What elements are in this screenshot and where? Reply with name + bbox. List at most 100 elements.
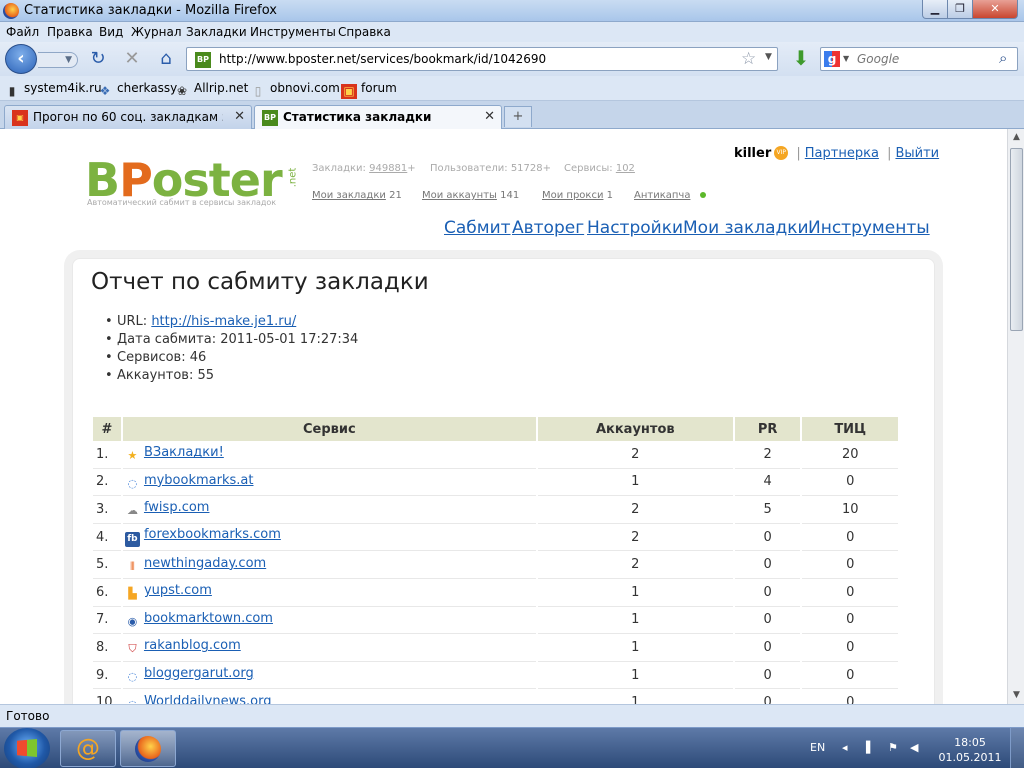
url-dropdown-icon[interactable]: ▼: [765, 52, 772, 62]
taskbar-mail-app[interactable]: @: [60, 730, 116, 767]
google-engine-icon[interactable]: g: [824, 51, 840, 67]
site-stats-services: Сервисы: 102: [564, 163, 635, 174]
tic-cell: 0: [802, 607, 898, 635]
nav-submit[interactable]: Сабмит: [444, 218, 511, 238]
service-link[interactable]: ВЗакладки!: [144, 445, 224, 460]
nav-settings[interactable]: Настройки: [587, 218, 683, 238]
stop-icon[interactable]: ✕: [122, 50, 142, 68]
service-link[interactable]: newthingaday.com: [144, 556, 266, 571]
service-link[interactable]: forexbookmarks.com: [144, 527, 281, 542]
menu-view[interactable]: Вид: [99, 25, 123, 39]
service-link[interactable]: Worlddailynews.org: [144, 694, 272, 704]
bposter-logo[interactable]: BPoster .net Автоматический сабмит в сер…: [85, 154, 298, 214]
vertical-scrollbar[interactable]: ▲ ▼: [1007, 129, 1024, 704]
tab-statistika[interactable]: BP Статистика закладки ✕: [254, 105, 502, 130]
book-icon: ▮: [8, 84, 16, 98]
service-link[interactable]: yupst.com: [144, 583, 212, 598]
pr-cell: 0: [735, 689, 801, 704]
anticaptcha-link[interactable]: Антикапча: [634, 190, 690, 201]
bookmark-system4ik[interactable]: ▮ system4ik.ru: [4, 81, 102, 99]
pr-cell: 5: [734, 496, 801, 524]
stat-bookmarks-link[interactable]: 949881: [369, 163, 407, 174]
service-link[interactable]: fwisp.com: [144, 500, 210, 515]
row-number: 8.: [93, 634, 121, 662]
taskbar-firefox[interactable]: [120, 730, 176, 767]
bposter-favicon-icon: BP: [262, 110, 278, 126]
people-icon: ❖: [99, 84, 111, 98]
bookmark-obnovi[interactable]: ▯ obnovi.com: [250, 81, 340, 99]
volume-icon[interactable]: ◀: [910, 741, 918, 754]
service-cell: ◌ bloggergarut.org: [122, 662, 536, 690]
my-bookmarks-link[interactable]: Мои закладки: [312, 190, 386, 201]
accounts-cell: 1: [538, 689, 733, 704]
service-link[interactable]: mybookmarks.at: [144, 473, 254, 488]
close-tab-icon[interactable]: ✕: [484, 109, 495, 124]
flag-icon[interactable]: ⚑: [888, 741, 898, 754]
logout-link[interactable]: Выйти: [895, 146, 939, 161]
url-text[interactable]: http://www.bposter.net/services/bookmark…: [219, 52, 546, 66]
menu-edit[interactable]: Правка: [47, 25, 93, 39]
reload-icon[interactable]: ↻: [88, 50, 108, 68]
close-window-button[interactable]: ✕: [972, 0, 1018, 19]
menu-history[interactable]: Журнал: [131, 25, 182, 39]
tab-progon[interactable]: ▣ Прогон по 60 соц. закладкам за 5... ✕: [4, 105, 252, 129]
maximize-button[interactable]: ❐: [947, 0, 973, 19]
nav-tools[interactable]: Инструменты: [808, 218, 930, 238]
close-tab-icon[interactable]: ✕: [234, 109, 245, 124]
minimize-button[interactable]: ▁: [922, 0, 948, 19]
scroll-up-icon[interactable]: ▲: [1008, 129, 1024, 146]
new-tab-button[interactable]: +: [504, 106, 532, 127]
language-indicator[interactable]: EN: [810, 741, 825, 754]
show-desktop-button[interactable]: [1010, 728, 1024, 768]
clock[interactable]: 18:05 01.05.2011: [935, 735, 1005, 765]
nav-my-bookmarks[interactable]: Мои закладки: [683, 218, 809, 238]
network-icon[interactable]: ▌: [866, 741, 874, 754]
site-stats: Закладки: 949881+: [312, 163, 416, 174]
service-link[interactable]: bookmarktown.com: [144, 611, 273, 626]
start-button[interactable]: [4, 728, 50, 768]
accounts-cell: 2: [537, 496, 733, 524]
bookmark-allrip[interactable]: ❀ Allrip.net: [174, 81, 248, 99]
nav-autoreg[interactable]: Авторег: [512, 218, 584, 238]
search-icon[interactable]: ⌕: [999, 49, 1007, 67]
my-proxy-link[interactable]: Мои прокси: [542, 190, 603, 201]
bookmark-cherkassy[interactable]: ❖ cherkassy: [97, 81, 178, 99]
accounts-cell: 2: [537, 441, 733, 469]
stat-services-link[interactable]: 102: [616, 163, 635, 174]
menu-tools[interactable]: Инструменты: [250, 25, 336, 39]
search-input[interactable]: [857, 50, 997, 68]
firefox-icon: [135, 736, 161, 762]
service-link[interactable]: rakanblog.com: [144, 638, 241, 653]
pr-cell: 0: [734, 524, 801, 552]
address-bar[interactable]: BP http://www.bposter.net/services/bookm…: [186, 47, 778, 71]
service-cell: ◉ bookmarktown.com: [122, 607, 536, 635]
report-url-link[interactable]: http://his-make.je1.ru/: [151, 314, 296, 329]
scroll-thumb[interactable]: [1010, 148, 1023, 331]
menu-help[interactable]: Справка: [338, 25, 391, 39]
menu-bar: Файл Правка Вид Журнал Закладки Инструме…: [0, 22, 1024, 42]
table-row: 8. ⛉ rakanblog.com 1 0 0: [93, 634, 898, 662]
my-accounts-link[interactable]: Мои аккаунты: [422, 190, 497, 201]
logo-tagline: Автоматический сабмит в сервисы закладок: [87, 198, 277, 207]
home-icon[interactable]: ⌂: [156, 50, 176, 68]
menu-file[interactable]: Файл: [6, 25, 39, 39]
forward-button[interactable]: ▼: [38, 52, 78, 68]
downloads-icon[interactable]: ⬇: [790, 46, 812, 70]
menu-bookmarks[interactable]: Закладки: [186, 25, 247, 39]
bookmark-star-icon[interactable]: ☆: [741, 49, 756, 69]
search-bar[interactable]: g ▼ ⌕: [820, 47, 1018, 71]
service-cell: ◌ mybookmarks.at: [122, 469, 536, 497]
username[interactable]: killer: [734, 146, 771, 161]
bookmark-forum[interactable]: ▣ forum: [341, 81, 397, 99]
partner-link[interactable]: Партнерка: [805, 146, 879, 161]
engine-dropdown-icon[interactable]: ▼: [843, 54, 849, 63]
info-services: Сервисов: 46: [105, 350, 206, 365]
back-button[interactable]: ‹: [5, 44, 37, 74]
tic-cell: 0: [802, 634, 898, 662]
service-link[interactable]: bloggergarut.org: [144, 666, 254, 681]
row-number: 4.: [93, 524, 121, 552]
pr-cell: 4: [734, 469, 801, 497]
tray-expand-icon[interactable]: ◂: [842, 741, 848, 754]
scroll-down-icon[interactable]: ▼: [1008, 687, 1024, 704]
row-number: 10.: [93, 689, 121, 704]
